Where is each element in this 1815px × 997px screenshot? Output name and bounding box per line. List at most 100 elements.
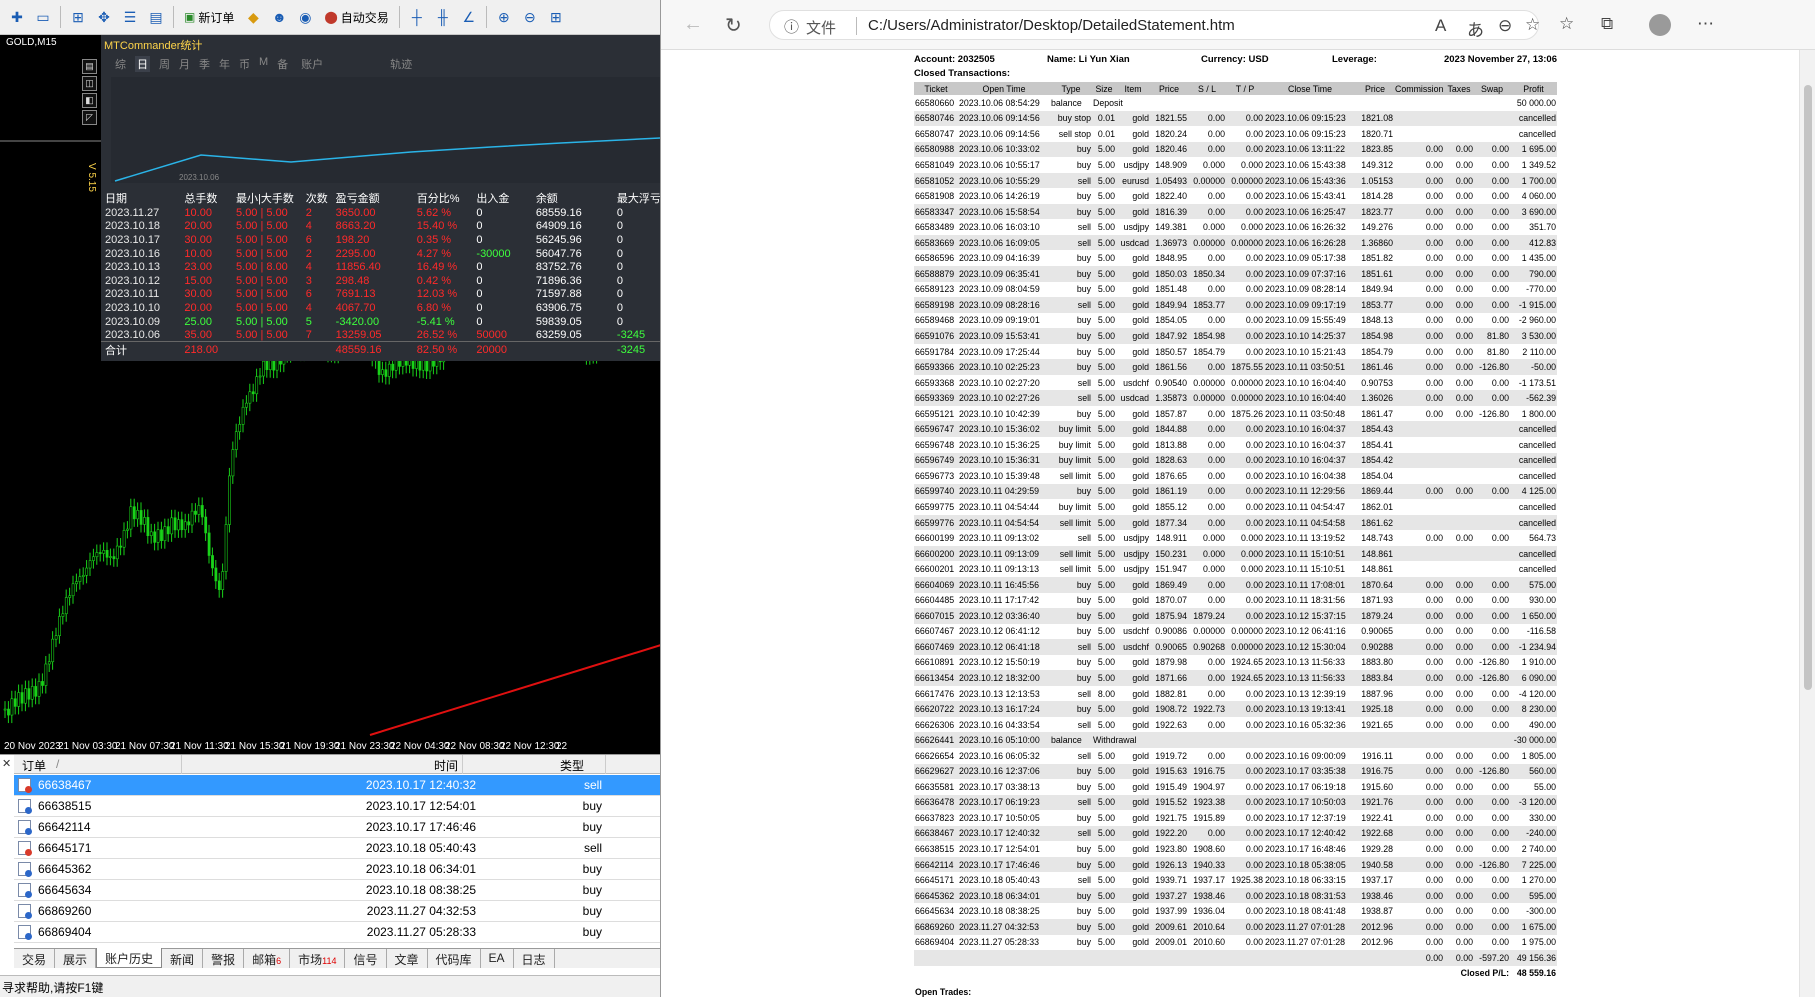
refresh-icon[interactable]: ↻ [725, 13, 742, 38]
side-button-4[interactable]: ◸ [82, 110, 97, 125]
mtc-tab-7[interactable]: M [259, 56, 268, 72]
tx-cell: 0.00 [1226, 825, 1264, 842]
back-icon[interactable]: ← [683, 13, 703, 36]
terminal-tab-1[interactable]: 展示 [55, 949, 97, 968]
vps-icon[interactable]: ◉ [294, 6, 316, 28]
mtc-tab-10[interactable]: 轨迹 [390, 56, 412, 72]
close-icon[interactable]: ✕ [2, 757, 11, 770]
collections-icon[interactable]: ⧉ [1601, 14, 1613, 34]
order-row[interactable]: 66645634 2023.10.18 08:38:25 buy [14, 880, 660, 901]
scrollbar-thumb[interactable] [1804, 85, 1812, 690]
translate-icon[interactable]: あ [1467, 16, 1484, 41]
zoom-out-icon[interactable]: ⊖ [519, 6, 541, 28]
col-time[interactable]: 时间 [434, 757, 458, 774]
order-row[interactable]: 66645171 2023.10.18 05:40:43 sell [14, 838, 660, 859]
profiles-icon[interactable]: ▭ [32, 6, 54, 28]
tx-cell: 5.00 [1097, 937, 1115, 948]
info-icon[interactable]: ⓘ [784, 16, 799, 37]
col-type[interactable]: 类型 [560, 757, 584, 774]
tile-windows-icon[interactable]: ⊞ [545, 6, 567, 28]
tx-cell: 0.00 [1425, 719, 1443, 730]
new-chart-icon[interactable]: ✚ [6, 6, 28, 28]
mtc-tab-2[interactable]: 周 [159, 56, 170, 72]
terminal-icon[interactable]: ▤ [145, 6, 167, 28]
page-scrollbar[interactable] [1799, 50, 1815, 997]
mtc-cell: 4 [305, 301, 312, 314]
signals-icon[interactable]: ☻ [268, 6, 290, 28]
tx-cell [1444, 545, 1474, 562]
tx-cell [1050, 950, 1092, 966]
candlestick-icon[interactable]: ╫ [432, 6, 454, 28]
address-url[interactable]: C:/Users/Administrator/Desktop/DetailedS… [868, 17, 1235, 34]
favorites-icon[interactable]: ☆ [1559, 14, 1574, 34]
terminal-tab-6[interactable]: 市场114 [290, 949, 346, 968]
transaction-row: 66869260 2023.11.27 04:32:53 buy 5.00 gold 20… [914, 918, 1557, 935]
order-row[interactable]: 66869260 2023.11.27 04:32:53 buy [14, 901, 660, 922]
mtc-tab-6[interactable]: 币 [239, 56, 250, 72]
mtc-tab-1[interactable]: 日 [135, 56, 150, 72]
bar-chart-icon[interactable]: ┼ [406, 6, 428, 28]
tx-cell: cancelled [1518, 128, 1556, 139]
tx-cell: 1 910.00 [1521, 657, 1556, 668]
new-order-button[interactable]: ▣ 新订单 [180, 5, 238, 29]
address-bar[interactable]: ⓘ 文件 C:/Users/Administrator/Desktop/Deta… [769, 10, 1540, 41]
terminal-tab-9[interactable]: 代码库 [428, 949, 481, 968]
tx-cell: 2023.10.11 03:50:48 [1265, 408, 1346, 419]
terminal-tab-2[interactable]: 账户历史 [96, 948, 163, 968]
tx-cell: 0.00 [1394, 639, 1444, 655]
side-button-1[interactable]: ▤ [82, 59, 97, 74]
tx-cell: -3 120.00 [1510, 794, 1557, 811]
favorite-icon[interactable]: ☆ [1525, 15, 1540, 35]
terminal-tab-4[interactable]: 警报 [203, 949, 245, 968]
candle [265, 360, 269, 371]
mtc-tab-9[interactable]: 账户 [301, 56, 323, 72]
terminal-tab-3[interactable]: 新闻 [162, 949, 204, 968]
mtc-tab-8[interactable]: 备 [277, 56, 288, 72]
terminal-tab-8[interactable]: 文章 [387, 949, 428, 968]
line-chart-icon[interactable]: ∠ [458, 6, 480, 28]
tx-cell: 0.00 [1455, 159, 1473, 170]
mtc-tab-5[interactable]: 年 [219, 56, 230, 72]
order-row[interactable]: 66638515 2023.10.17 12:54:01 buy [14, 796, 660, 817]
order-row[interactable]: 66645362 2023.10.18 06:34:01 buy [14, 859, 660, 880]
auto-trading-button[interactable]: ⬤ 自动交易 [320, 5, 392, 29]
tx-cell: 66586596 [915, 253, 955, 264]
tx-cell [1474, 126, 1510, 142]
tx-cell: 2023.10.12 06:41:12 [959, 626, 1040, 637]
col-order[interactable]: 订单 [22, 757, 46, 774]
tx-cell: 1 650.00 [1510, 608, 1557, 624]
order-icon [18, 820, 32, 835]
metaeditor-icon[interactable]: ◆ [242, 6, 264, 28]
candle [381, 369, 384, 375]
order-row[interactable]: 66638467 2023.10.17 12:40:32 sell [14, 775, 660, 796]
crosshair-icon[interactable]: ✥ [93, 6, 115, 28]
zoom-in-icon[interactable]: ⊕ [493, 6, 515, 28]
mtc-tab-3[interactable]: 月 [179, 56, 190, 72]
tx-cell: 0.000 [1188, 545, 1226, 562]
read-aloud-icon[interactable]: A [1435, 16, 1446, 36]
order-row[interactable]: 66642114 2023.10.17 17:46:46 buy [14, 817, 660, 838]
candle [75, 581, 78, 585]
tx-cell [1150, 966, 1188, 982]
transaction-row: 66581049 2023.10.06 10:55:17 buy 5.00 usdjpy… [914, 157, 1557, 173]
navigator-icon[interactable]: ☰ [119, 6, 141, 28]
market-watch-icon[interactable]: ⊞ [67, 6, 89, 28]
tx-cell: 2023.10.06 08:54:29 [959, 97, 1040, 108]
tx-cell: 0.90753 [1361, 377, 1393, 388]
terminal-tab-10[interactable]: EA [481, 949, 514, 968]
order-row[interactable]: 66869404 2023.11.27 05:28:33 buy [14, 922, 660, 943]
mtc-tab-4[interactable]: 季 [199, 56, 210, 72]
mtc-tab-0[interactable]: 综 [115, 56, 126, 72]
zoom-icon[interactable]: ⊖ [1498, 16, 1512, 36]
terminal-tab-5[interactable]: 邮箱6 [244, 949, 291, 968]
terminal-tab-0[interactable]: 交易 [14, 949, 56, 968]
side-button-2[interactable]: ◫ [82, 76, 97, 91]
terminal-tab-11[interactable]: 日志 [514, 949, 555, 968]
price-chart[interactable]: GOLD,M15 ▤ ◫ ◧ ◸ V 5.15 20 Nov 2023 21 No… [0, 35, 660, 754]
more-menu-icon[interactable]: ⋯ [1697, 14, 1714, 34]
terminal-tab-7[interactable]: 信号 [345, 949, 387, 968]
mtc-header-1: 总手数 [184, 193, 218, 205]
side-button-3[interactable]: ◧ [82, 93, 97, 108]
profile-avatar[interactable] [1649, 14, 1671, 36]
tx-cell: buy [1076, 812, 1091, 823]
